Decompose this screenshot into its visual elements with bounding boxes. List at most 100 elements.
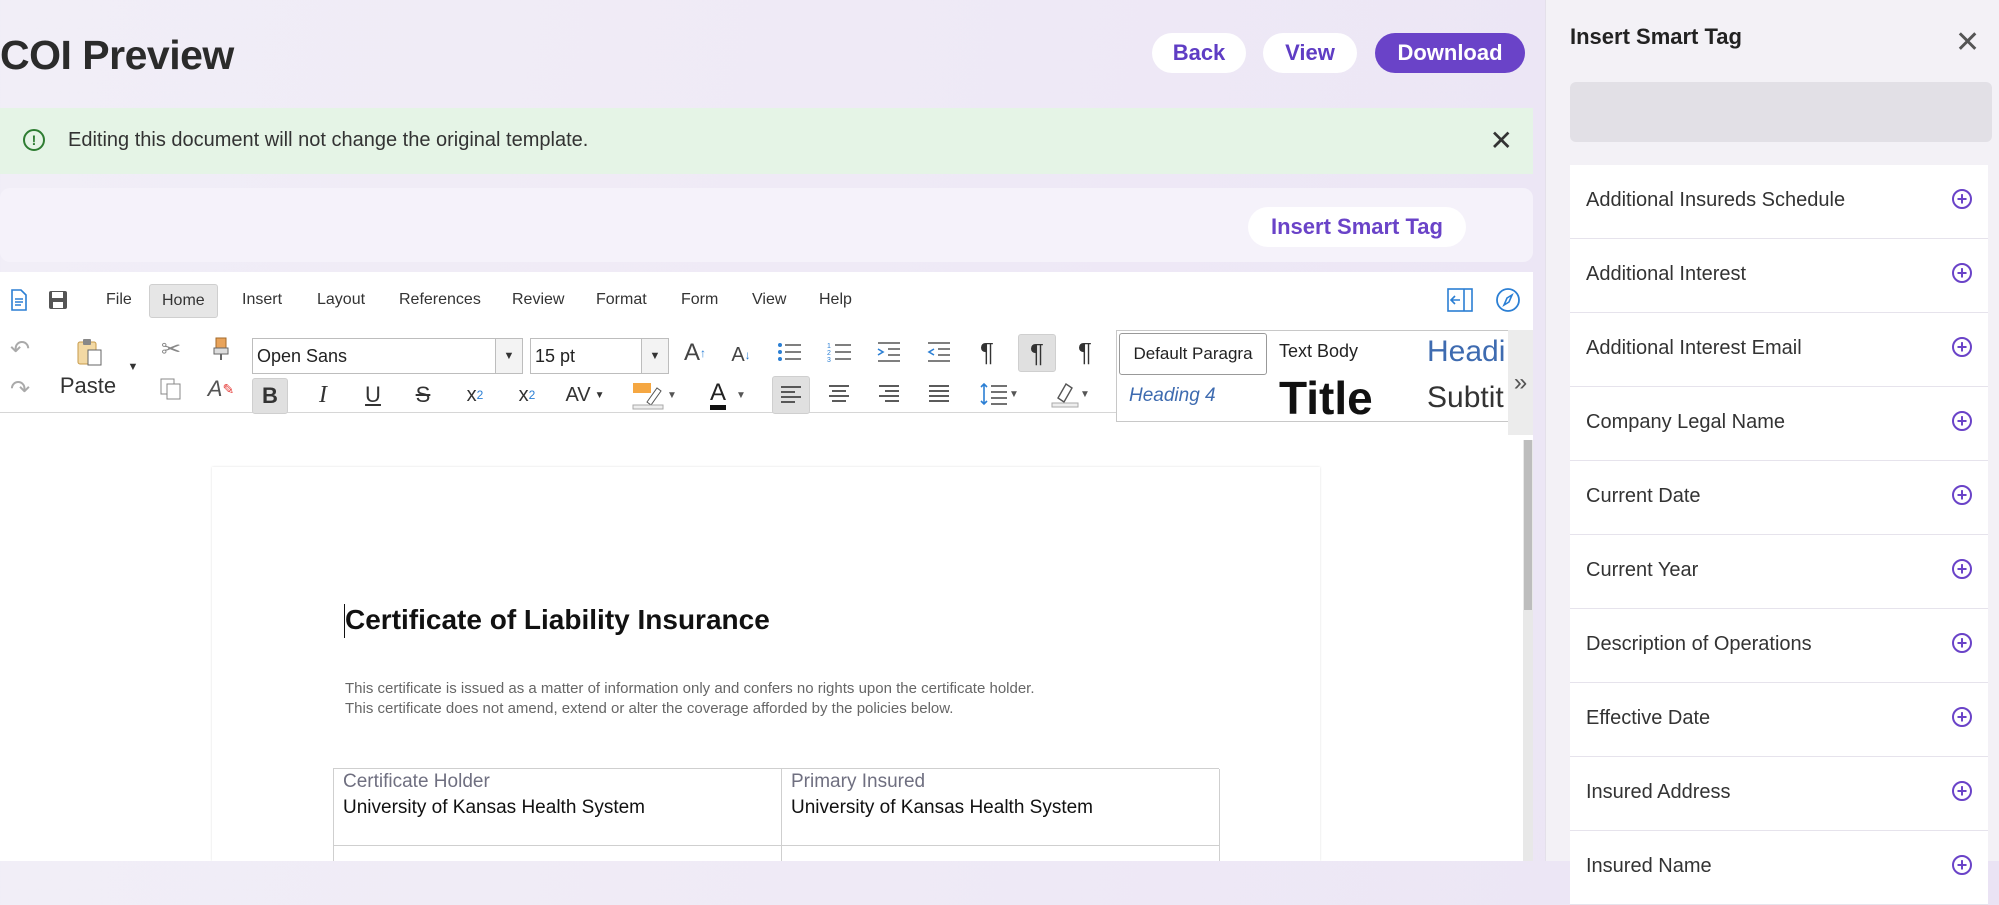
smart-tag-item[interactable]: Description of Operations + [1570, 609, 1988, 683]
panel-toggle-icon[interactable] [1446, 286, 1474, 314]
back-button[interactable]: Back [1152, 33, 1246, 73]
smart-tag-item[interactable]: Additional Interest + [1570, 239, 1988, 313]
font-name-select[interactable]: Open Sans ▼ [252, 338, 523, 374]
menu-layout[interactable]: Layout [305, 284, 377, 316]
insert-smart-tag-button[interactable]: Insert Smart Tag [1248, 207, 1466, 247]
line-spacing-icon[interactable]: ▼ [972, 378, 1026, 410]
add-circle-icon[interactable]: + [1952, 855, 1972, 875]
align-right-icon[interactable] [872, 378, 906, 410]
add-circle-icon[interactable]: + [1952, 559, 1972, 579]
underline-icon[interactable]: U [356, 378, 390, 412]
save-icon[interactable] [46, 288, 70, 312]
smart-tag-label: Description of Operations [1586, 633, 1812, 655]
svg-text:1: 1 [827, 343, 831, 350]
rtl-paragraph-icon[interactable]: ¶ [1068, 336, 1102, 368]
paste-label[interactable]: Paste [58, 372, 118, 400]
redo-icon[interactable]: ↷ [6, 376, 34, 403]
superscript-icon[interactable]: x2 [510, 378, 544, 412]
smart-tag-item[interactable]: Insured Name + [1570, 831, 1988, 905]
paste-dropdown-icon[interactable]: ▼ [126, 360, 140, 374]
style-subtitle[interactable]: Subtit [1427, 381, 1504, 415]
font-name-value: Open Sans [257, 345, 348, 366]
style-text-body[interactable]: Text Body [1279, 341, 1358, 362]
menu-form[interactable]: Form [669, 284, 730, 316]
document-title[interactable]: Certificate of Liability Insurance [345, 604, 770, 636]
strikethrough-icon[interactable]: S [406, 378, 440, 412]
menu-home[interactable]: Home [149, 284, 218, 318]
menu-file[interactable]: File [94, 284, 144, 316]
smart-tag-item[interactable]: Additional Interest Email + [1570, 313, 1988, 387]
menu-view[interactable]: View [740, 284, 798, 316]
numbered-list-icon[interactable]: 123 [822, 336, 856, 368]
add-circle-icon[interactable]: + [1952, 337, 1972, 357]
add-circle-icon[interactable]: + [1952, 411, 1972, 431]
primary-insured-cell[interactable]: Primary Insured University of Kansas Hea… [781, 769, 1220, 846]
show-formatting-marks-icon[interactable]: ¶ [970, 336, 1004, 368]
add-circle-icon[interactable]: + [1952, 485, 1972, 505]
disclaimer-line-2[interactable]: This certificate does not amend, extend … [345, 700, 953, 717]
justify-icon[interactable] [922, 378, 956, 410]
highlight-color-icon[interactable]: ▼ [626, 378, 682, 412]
align-left-icon[interactable] [772, 376, 810, 414]
format-painter-icon[interactable] [206, 334, 236, 364]
document-icon[interactable] [7, 288, 31, 312]
smart-tag-label: Effective Date [1586, 707, 1711, 729]
smart-tag-item[interactable]: Additional Insureds Schedule + [1570, 165, 1988, 239]
certificate-holder-cell[interactable]: Certificate Holder University of Kansas … [333, 769, 782, 846]
add-circle-icon[interactable]: + [1952, 633, 1972, 653]
paragraph-shading-icon[interactable]: ▼ [1042, 378, 1098, 410]
download-button[interactable]: Download [1375, 33, 1525, 73]
smart-tag-item[interactable]: Effective Date + [1570, 683, 1988, 757]
banner-close-icon[interactable]: ✕ [1490, 124, 1513, 157]
align-center-icon[interactable] [822, 378, 856, 410]
compass-icon[interactable] [1494, 286, 1522, 314]
menu-help[interactable]: Help [807, 284, 864, 316]
subscript-icon[interactable]: x2 [458, 378, 492, 412]
undo-icon[interactable]: ↶ [6, 336, 34, 363]
character-spacing-icon[interactable]: AV ▼ [560, 378, 610, 412]
view-button[interactable]: View [1263, 33, 1357, 73]
bullet-list-icon[interactable] [772, 336, 806, 368]
font-size-dropdown-icon[interactable]: ▼ [641, 339, 668, 373]
menu-format[interactable]: Format [584, 284, 659, 316]
bold-icon[interactable]: B [252, 378, 288, 414]
menu-review[interactable]: Review [500, 284, 576, 316]
style-heading-4[interactable]: Heading 4 [1129, 385, 1216, 407]
style-default-paragraph[interactable]: Default Paragra [1119, 333, 1267, 375]
add-circle-icon[interactable]: + [1952, 189, 1972, 209]
shrink-font-icon[interactable]: A ↓ [726, 340, 756, 370]
smart-tag-label: Insured Address [1586, 781, 1731, 803]
italic-icon[interactable]: I [306, 378, 340, 412]
smart-tag-item[interactable]: Insured Address + [1570, 757, 1988, 831]
cut-icon[interactable]: ✂ [156, 334, 186, 364]
clear-formatting-icon[interactable]: A ✎ [206, 374, 236, 404]
smart-tag-search-input[interactable] [1570, 82, 1992, 142]
decrease-indent-icon[interactable] [922, 336, 956, 368]
font-name-dropdown-icon[interactable]: ▼ [495, 339, 522, 373]
document-scrollbar[interactable] [1523, 440, 1533, 861]
copy-icon[interactable] [156, 374, 186, 404]
grow-font-icon[interactable]: A ↑ [680, 338, 710, 368]
increase-indent-icon[interactable] [872, 336, 906, 368]
add-circle-icon[interactable]: + [1952, 707, 1972, 727]
smart-tag-item[interactable]: Current Date + [1570, 461, 1988, 535]
add-circle-icon[interactable]: + [1952, 263, 1972, 283]
ltr-paragraph-icon[interactable]: ¶ [1018, 334, 1056, 372]
table-cell-empty[interactable] [781, 846, 1220, 861]
style-heading[interactable]: Headi [1427, 335, 1505, 369]
menu-insert[interactable]: Insert [230, 284, 294, 316]
add-circle-icon[interactable]: + [1952, 781, 1972, 801]
disclaimer-line-1[interactable]: This certificate is issued as a matter o… [345, 680, 1035, 697]
paste-icon[interactable] [74, 336, 106, 368]
smart-tag-bar: Insert Smart Tag [0, 188, 1533, 262]
smart-tag-item[interactable]: Company Legal Name + [1570, 387, 1988, 461]
scrollbar-thumb[interactable] [1524, 440, 1532, 610]
font-size-select[interactable]: 15 pt ▼ [530, 338, 669, 374]
menu-references[interactable]: References [387, 284, 493, 316]
font-color-icon[interactable]: A ▼ [700, 378, 756, 412]
table-cell-empty[interactable] [333, 846, 782, 861]
style-title[interactable]: Title [1279, 371, 1373, 421]
ribbon-expand-icon[interactable]: » [1508, 330, 1533, 435]
smart-tag-item[interactable]: Current Year + [1570, 535, 1988, 609]
panel-close-icon[interactable]: ✕ [1955, 28, 1980, 58]
